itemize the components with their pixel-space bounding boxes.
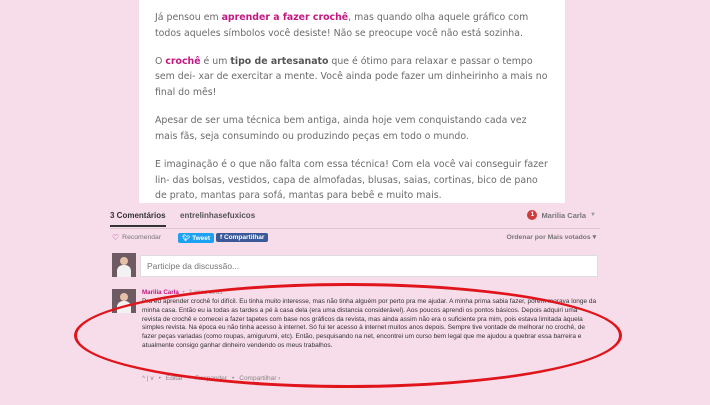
compose-input[interactable]: Participe da discussão...: [140, 255, 598, 277]
avatar: [112, 253, 136, 277]
twitter-icon: 🐦︎: [182, 235, 191, 242]
article-paragraph: Apesar de ser uma técnica bem antiga, ai…: [155, 115, 527, 142]
notification-badge[interactable]: 1: [527, 210, 538, 220]
facebook-share-button[interactable]: f Compartilhar: [216, 233, 269, 242]
recommend-label: Recomendar: [122, 234, 162, 241]
chevron-down-icon[interactable]: ▼: [590, 212, 596, 218]
heart-icon: ♡: [112, 233, 120, 242]
reply-link[interactable]: Responder: [195, 375, 227, 382]
comment-author[interactable]: Marilia Carla: [142, 289, 179, 296]
recommend-button[interactable]: ♡ Recomendar: [112, 233, 161, 242]
comment-body: Pra eu aprender crochê foi difícil. Eu t…: [142, 298, 597, 349]
user-menu[interactable]: 1 Marilia Carla ▼: [527, 210, 596, 220]
link-aprender-croche[interactable]: aprender a fazer crochê: [222, 12, 349, 23]
separator-dot: •: [182, 289, 185, 296]
share-link[interactable]: Compartilhar ›: [239, 375, 280, 382]
comments-actionbar: ♡ Recomendar 🐦︎ Tweet f Compartilhar Ord…: [110, 233, 600, 247]
article-paragraph: E imaginação é o que não falta com essa …: [155, 159, 548, 202]
sort-dropdown[interactable]: Ordenar por Mais votados ▾: [506, 233, 596, 241]
avatar[interactable]: [112, 289, 136, 313]
tab-community[interactable]: entrelinhasefuxicos: [180, 211, 255, 220]
comments-section: 3 Comentários entrelinhasefuxicos 1 Mari…: [110, 203, 600, 405]
tab-comments-count[interactable]: 3 Comentários: [110, 211, 166, 227]
comment-timestamp[interactable]: 2 anos atrás: [188, 289, 222, 296]
tweet-button[interactable]: 🐦︎ Tweet: [178, 233, 215, 243]
vote-buttons[interactable]: ^ | v: [142, 375, 154, 382]
link-croche[interactable]: crochê: [165, 56, 200, 67]
chevron-down-icon: ▾: [592, 234, 596, 241]
article-paragraph: O crochê é um tipo de artesanato que é ó…: [155, 55, 548, 99]
separator-dot: •: [231, 375, 235, 382]
user-name[interactable]: Marilia Carla: [541, 211, 586, 220]
facebook-icon: f: [220, 234, 223, 241]
comment-actions: ^ | v • Editar • Responder • Compartilha…: [142, 375, 280, 382]
separator-dot: •: [158, 375, 161, 382]
edit-link[interactable]: Editar: [166, 375, 183, 382]
separator-dot: •: [187, 375, 191, 382]
comment-header: Marilia Carla • 2 anos atrás: [142, 289, 223, 296]
compose-area: Participe da discussão...: [110, 253, 600, 279]
comments-topbar: 3 Comentários entrelinhasefuxicos 1 Mari…: [110, 203, 600, 229]
article-content: Já pensou em aprender a fazer crochê, ma…: [139, 0, 565, 203]
comment-item: Marilia Carla • 2 anos atrás Pra eu apre…: [110, 289, 600, 389]
article-paragraph: Já pensou em aprender a fazer crochê, ma…: [155, 12, 529, 39]
bold-tipo-artesanato: tipo de artesanato: [230, 55, 329, 67]
